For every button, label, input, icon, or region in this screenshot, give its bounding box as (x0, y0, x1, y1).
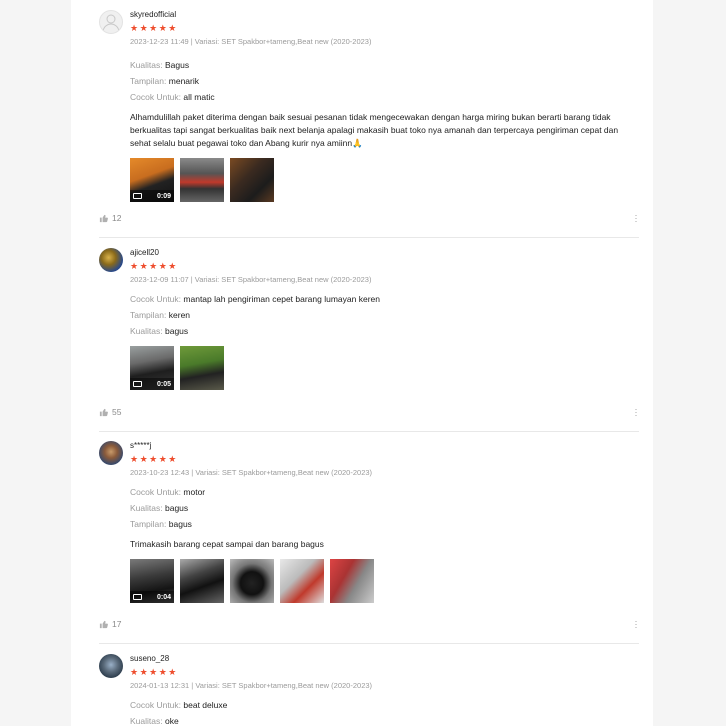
review-photo-thumbnail[interactable] (180, 346, 224, 390)
media-gallery: 0:05 (130, 346, 639, 390)
review-meta: 2023-12-23 11:49 | Variasi: SET Spakbor+… (130, 37, 372, 46)
review-photo-thumbnail[interactable] (230, 559, 274, 603)
avatar[interactable] (99, 10, 123, 34)
reviews-panel: skyredofficial ★★★★★ 2023-12-23 11:49 | … (71, 0, 653, 726)
star-rating: ★★★★★ (130, 667, 178, 677)
review-comment: Alhamdulillah paket diterima dengan baik… (130, 112, 619, 148)
review-video-thumbnail[interactable]: 0:09 (130, 158, 174, 202)
attribute-value: beat deluxe (183, 700, 228, 710)
attribute-row: Cocok Untuk: all matic (130, 92, 639, 102)
more-vertical-icon[interactable]: · · · (633, 617, 639, 632)
attribute-value: oke (164, 716, 179, 726)
attribute-row: Kualitas: Bagus (130, 60, 639, 70)
like-button[interactable]: 12 (99, 213, 121, 223)
video-duration: 0:09 (156, 193, 171, 200)
media-gallery: 0:04 (130, 559, 639, 603)
review-video-thumbnail[interactable]: 0:05 (130, 346, 174, 390)
avatar[interactable] (99, 441, 123, 465)
attribute-value: menarik (168, 76, 199, 86)
reviewer-name[interactable]: skyredofficial (130, 10, 639, 20)
like-button[interactable]: 55 (99, 407, 121, 417)
reviewer-name[interactable]: ajicell20 (130, 248, 639, 258)
review-photo-thumbnail[interactable] (180, 158, 224, 202)
attribute-row: Kualitas: oke (130, 716, 639, 726)
attribute-value: mantap lah pengiriman cepet barang lumay… (183, 294, 380, 304)
attribute-key: Kualitas: (130, 716, 163, 726)
attribute-value: all matic (183, 92, 215, 102)
star-rating: ★★★★★ (130, 454, 178, 464)
attribute-value: motor (183, 487, 206, 497)
star-rating: ★★★★★ (130, 261, 178, 271)
more-vertical-icon[interactable]: · · · (633, 211, 639, 226)
attribute-key: Cocok Untuk: (130, 92, 182, 102)
attribute-row: Kualitas: bagus (130, 503, 639, 513)
review-item: s*****j ★★★★★ 2023-10-23 12:43 | Variasi… (99, 441, 639, 644)
star-rating: ★★★★★ (130, 23, 178, 33)
like-count: 55 (112, 407, 122, 417)
thumb-up-icon (99, 214, 108, 222)
attribute-key: Tampilan: (130, 76, 167, 86)
attribute-row: Tampilan: keren (130, 310, 639, 320)
review-photo-thumbnail[interactable] (180, 559, 224, 603)
attribute-row: Kualitas: bagus (130, 326, 639, 336)
attribute-row: Cocok Untuk: mantap lah pengiriman cepet… (130, 294, 639, 304)
attribute-value: keren (168, 310, 191, 320)
review-photo-thumbnail[interactable] (230, 158, 274, 202)
attribute-row: Cocok Untuk: motor (130, 487, 639, 497)
media-gallery: 0:09 (130, 158, 639, 202)
like-count: 12 (112, 213, 122, 223)
attribute-key: Kualitas: (130, 503, 163, 513)
attribute-key: Cocok Untuk: (130, 487, 182, 497)
attribute-key: Cocok Untuk: (130, 294, 182, 304)
attribute-value: bagus (168, 519, 192, 529)
video-duration: 0:05 (156, 381, 171, 388)
attribute-key: Kualitas: (130, 60, 163, 70)
review-item: skyredofficial ★★★★★ 2023-12-23 11:49 | … (99, 10, 639, 238)
review-meta: 2023-10-23 12:43 | Variasi: SET Spakbor+… (130, 468, 373, 477)
attribute-row: Tampilan: bagus (130, 519, 639, 529)
attribute-row: Tampilan: menarik (130, 76, 639, 86)
attribute-value: bagus (164, 503, 189, 513)
thumb-up-icon (99, 620, 108, 628)
review-meta: 2023-12-09 11:07 | Variasi: SET Spakbor+… (130, 275, 372, 284)
divider (99, 643, 639, 644)
attribute-value: Bagus (164, 60, 190, 70)
attribute-key: Tampilan: (130, 519, 167, 529)
review-comment: Trimakasih barang cepat sampai dan baran… (130, 539, 324, 549)
thumb-up-icon (99, 408, 108, 416)
video-camera-icon (133, 594, 142, 600)
divider (99, 237, 639, 238)
review-photo-thumbnail[interactable] (330, 559, 374, 603)
review-item: ajicell20 ★★★★★ 2023-12-09 11:07 | Varia… (99, 248, 639, 432)
avatar[interactable] (99, 248, 123, 272)
attribute-key: Cocok Untuk: (130, 700, 182, 710)
like-button[interactable]: 17 (99, 619, 121, 629)
video-camera-icon (133, 381, 142, 387)
reviewer-name[interactable]: suseno_28 (130, 654, 639, 664)
review-meta: 2024-01-13 12:31 | Variasi: SET Spakbor+… (130, 681, 373, 690)
attribute-key: Kualitas: (130, 326, 163, 336)
attribute-row: Cocok Untuk: beat deluxe (130, 700, 639, 710)
review-video-thumbnail[interactable]: 0:04 (130, 559, 174, 603)
reviewer-name[interactable]: s*****j (130, 441, 639, 451)
video-duration: 0:04 (156, 594, 171, 601)
review-photo-thumbnail[interactable] (280, 559, 324, 603)
video-camera-icon (133, 193, 142, 199)
attribute-value: bagus (164, 326, 189, 336)
divider (99, 431, 639, 432)
more-vertical-icon[interactable]: · · · (633, 405, 639, 420)
attribute-key: Tampilan: (130, 310, 167, 320)
like-count: 17 (112, 619, 122, 629)
avatar[interactable] (99, 654, 123, 678)
review-item: suseno_28 ★★★★★ 2024-01-13 12:31 | Varia… (99, 654, 639, 726)
